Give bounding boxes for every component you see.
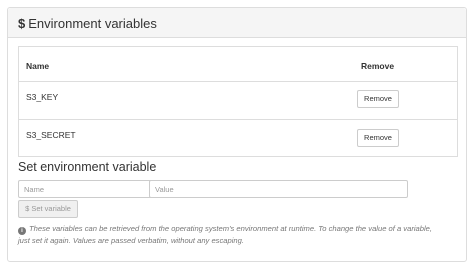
dollar-icon: $: [18, 16, 26, 31]
panel-title-text: Environment variables: [28, 16, 157, 31]
header-remove: Remove: [361, 61, 395, 71]
variable-value-input[interactable]: [149, 180, 408, 198]
variable-name: S3_KEY: [26, 92, 59, 102]
set-variable-button[interactable]: $ Set variable: [18, 200, 78, 218]
variable-name: S3_SECRET: [26, 130, 76, 140]
variables-table: Name Remove S3_KEY Remove S3_SECRET Remo…: [18, 46, 458, 157]
help-text-block: i These variables can be retrieved from t…: [18, 223, 438, 246]
table-row: S3_SECRET Remove: [19, 119, 457, 156]
panel-heading: $ Environment variables: [8, 8, 466, 38]
header-name: Name: [26, 61, 50, 71]
table-row: S3_KEY Remove: [19, 81, 457, 119]
help-text: These variables can be retrieved from th…: [18, 224, 433, 245]
set-variable-heading: Set environment variable: [18, 160, 157, 174]
remove-button[interactable]: Remove: [357, 90, 399, 108]
variable-name-input[interactable]: [18, 180, 155, 198]
remove-button[interactable]: Remove: [357, 129, 399, 147]
environment-variables-panel: $ Environment variables Name Remove S3_KE…: [7, 7, 467, 262]
info-icon: i: [18, 227, 26, 235]
table-header-row: Name Remove: [19, 47, 457, 81]
panel-title: $ Environment variables: [18, 16, 157, 31]
